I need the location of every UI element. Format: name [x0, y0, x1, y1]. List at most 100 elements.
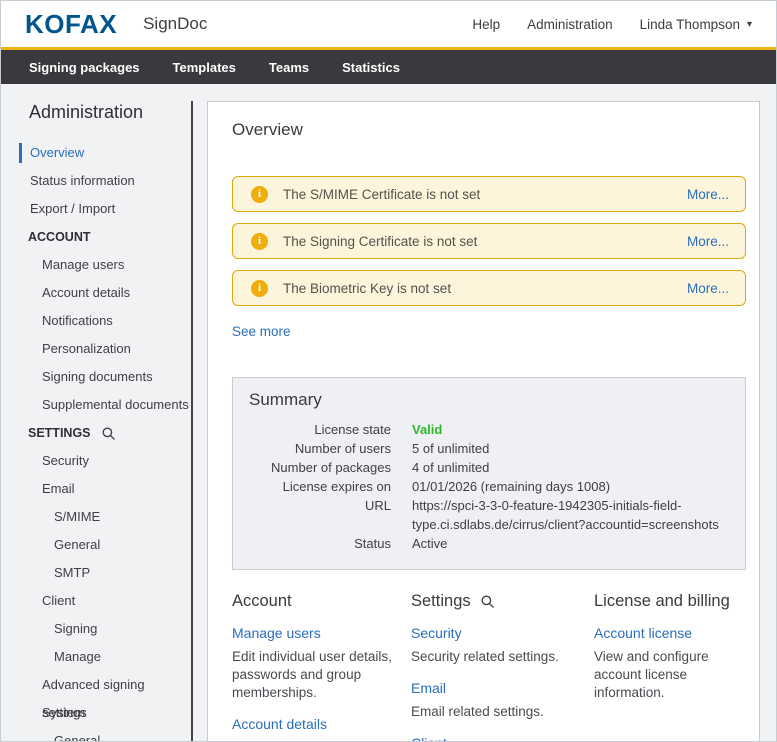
summary-value: 01/01/2026 (remaining days 1008): [412, 477, 610, 496]
link-description: Security related settings.: [411, 648, 586, 666]
shortcut-columns: Account Manage users Edit individual use…: [232, 592, 746, 742]
main-nav: Signing packages Templates Teams Statist…: [1, 50, 776, 84]
summary-label: URL: [249, 496, 391, 534]
info-icon: i: [251, 280, 268, 297]
sidebar-section-label: ACCOUNT: [28, 230, 91, 244]
summary-label: Number of packages: [249, 458, 391, 477]
page-title: Overview: [232, 120, 746, 140]
sidebar-item-signing-documents[interactable]: Signing documents: [1, 363, 193, 391]
sidebar-item-system[interactable]: System: [1, 699, 193, 727]
sidebar-item-overview[interactable]: Overview: [1, 139, 193, 167]
alert-smime-certificate: i The S/MIME Certificate is not set More…: [232, 176, 746, 212]
column-license-billing: License and billing Account license View…: [594, 592, 746, 742]
client-link[interactable]: Client: [411, 735, 594, 742]
column-title: Settings: [411, 592, 594, 611]
sidebar-item-email[interactable]: Email: [1, 475, 193, 503]
user-menu[interactable]: Linda Thompson ▾: [640, 17, 752, 32]
sidebar: Administration Overview Status informati…: [1, 84, 193, 741]
summary-value: Active: [412, 534, 447, 553]
account-details-link[interactable]: Account details: [232, 716, 411, 732]
main-area: Overview i The S/MIME Certificate is not…: [193, 84, 777, 741]
see-more-link[interactable]: See more: [232, 324, 291, 339]
sidebar-item-notifications[interactable]: Notifications: [1, 307, 193, 335]
manage-users-link[interactable]: Manage users: [232, 625, 411, 641]
sidebar-title: Administration: [29, 102, 193, 123]
sidebar-item-account-details[interactable]: Account details: [1, 279, 193, 307]
alert-text: The S/MIME Certificate is not set: [283, 187, 480, 202]
info-icon: i: [251, 186, 268, 203]
sidebar-item-manage-users[interactable]: Manage users: [1, 251, 193, 279]
product-title: SignDoc: [143, 14, 207, 34]
search-icon[interactable]: [101, 426, 116, 441]
email-link[interactable]: Email: [411, 680, 594, 696]
sidebar-item-personalization[interactable]: Personalization: [1, 335, 193, 363]
tab-statistics[interactable]: Statistics: [342, 60, 400, 75]
column-title-label: Settings: [411, 592, 471, 611]
sidebar-item-security[interactable]: Security: [1, 447, 193, 475]
summary-panel: Summary License state Valid Number of us…: [232, 377, 746, 570]
summary-row-status: Status Active: [249, 534, 729, 553]
sidebar-item-client-signing[interactable]: Signing: [1, 615, 193, 643]
search-icon[interactable]: [480, 594, 495, 609]
alert-more-link[interactable]: More...: [687, 281, 729, 296]
alert-signing-certificate: i The Signing Certificate is not set Mor…: [232, 223, 746, 259]
sidebar-item-smime[interactable]: S/MIME: [1, 503, 193, 531]
sidebar-item-system-general[interactable]: General: [1, 727, 193, 741]
sidebar-item-advanced-signing-settings[interactable]: Advanced signing settings: [1, 671, 193, 699]
alert-text: The Biometric Key is not set: [283, 281, 451, 296]
overview-panel: Overview i The S/MIME Certificate is not…: [207, 101, 760, 742]
alert-more-link[interactable]: More...: [687, 187, 729, 202]
alert-biometric-key: i The Biometric Key is not set More...: [232, 270, 746, 306]
column-account: Account Manage users Edit individual use…: [232, 592, 411, 742]
summary-title: Summary: [249, 390, 729, 410]
chevron-down-icon: ▾: [747, 19, 752, 30]
help-link[interactable]: Help: [472, 17, 500, 32]
summary-value: 5 of unlimited: [412, 439, 489, 458]
column-title: License and billing: [594, 592, 746, 611]
summary-row-number-of-users: Number of users 5 of unlimited: [249, 439, 729, 458]
column-title: Account: [232, 592, 411, 611]
sidebar-item-supplemental-documents[interactable]: Supplemental documents: [1, 391, 193, 419]
summary-label: License state: [249, 420, 391, 439]
content-area: Administration Overview Status informati…: [1, 84, 776, 741]
sidebar-item-client[interactable]: Client: [1, 587, 193, 615]
tab-signing-packages[interactable]: Signing packages: [29, 60, 140, 75]
top-header: KOFAX SignDoc Help Administration Linda …: [1, 1, 776, 47]
sidebar-item-client-manage[interactable]: Manage: [1, 643, 193, 671]
sidebar-section-label: SETTINGS: [28, 426, 91, 440]
summary-row-url: URL https://spci-3-3-0-feature-1942305-i…: [249, 496, 729, 534]
tab-teams[interactable]: Teams: [269, 60, 309, 75]
summary-label: License expires on: [249, 477, 391, 496]
column-settings: Settings Security Security related setti…: [411, 592, 594, 742]
summary-row-number-of-packages: Number of packages 4 of unlimited: [249, 458, 729, 477]
summary-label: Status: [249, 534, 391, 553]
sidebar-item-export-import[interactable]: Export / Import: [1, 195, 193, 223]
security-link[interactable]: Security: [411, 625, 594, 641]
user-name: Linda Thompson: [640, 17, 740, 32]
tab-templates[interactable]: Templates: [173, 60, 236, 75]
summary-row-license-expires: License expires on 01/01/2026 (remaining…: [249, 477, 729, 496]
alert-text: The Signing Certificate is not set: [283, 234, 477, 249]
account-license-link[interactable]: Account license: [594, 625, 746, 641]
sidebar-section-settings: SETTINGS: [1, 419, 193, 447]
page: KOFAX SignDoc Help Administration Linda …: [0, 0, 777, 742]
top-header-links: Help Administration Linda Thompson ▾: [472, 17, 752, 32]
info-icon: i: [251, 233, 268, 250]
alert-more-link[interactable]: More...: [687, 234, 729, 249]
kofax-logo[interactable]: KOFAX: [25, 11, 117, 37]
sidebar-item-email-general[interactable]: General: [1, 531, 193, 559]
administration-link[interactable]: Administration: [527, 17, 613, 32]
link-description: View and configure account license infor…: [594, 648, 746, 702]
summary-label: Number of users: [249, 439, 391, 458]
sidebar-item-smtp[interactable]: SMTP: [1, 559, 193, 587]
sidebar-section-account: ACCOUNT: [1, 223, 193, 251]
sidebar-item-status-information[interactable]: Status information: [1, 167, 193, 195]
summary-value: https://spci-3-3-0-feature-1942305-initi…: [412, 496, 729, 534]
link-description: Email related settings.: [411, 703, 586, 721]
column-title-label: License and billing: [594, 592, 730, 611]
summary-value: 4 of unlimited: [412, 458, 489, 477]
summary-row-license-state: License state Valid: [249, 420, 729, 439]
column-title-label: Account: [232, 592, 292, 611]
license-state-value: Valid: [412, 420, 442, 439]
link-description: Edit individual user details, passwords …: [232, 648, 400, 702]
